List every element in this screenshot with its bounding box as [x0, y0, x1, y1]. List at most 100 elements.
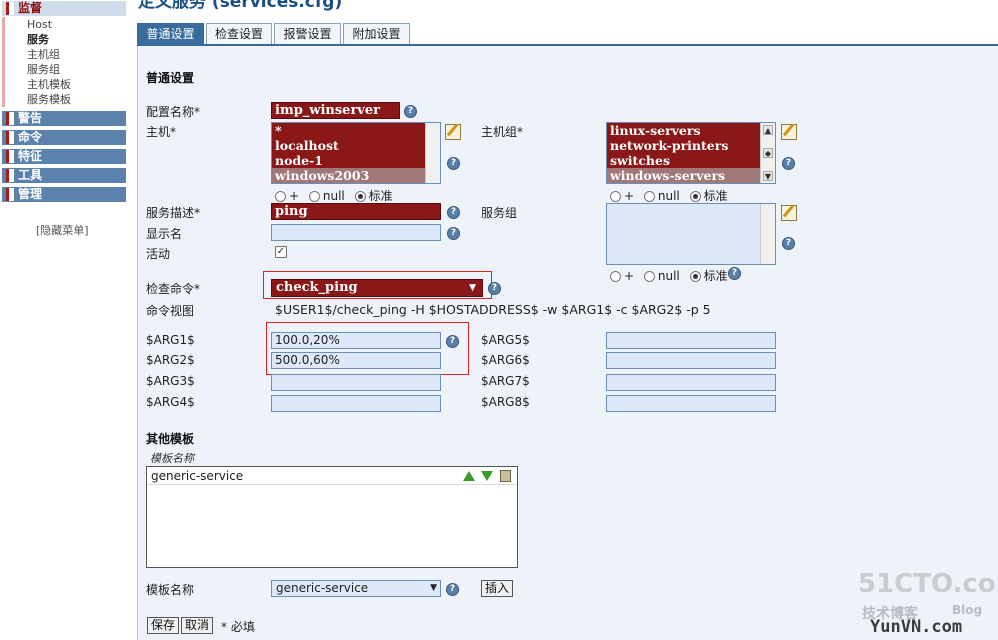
command-view-text: $USER1$/check_ping -H $HOSTADDRESS$ -w $… — [275, 302, 711, 317]
hostgroup-option[interactable]: windows-servers — [607, 168, 775, 183]
host-listbox[interactable]: * localhost node-1 windows2003 — [271, 122, 441, 184]
radio-plus[interactable] — [275, 191, 286, 202]
help-icon[interactable]: ? — [782, 157, 795, 170]
scroll-step-icon[interactable]: ◆ — [763, 148, 773, 158]
tab-alert[interactable]: 报警设置 — [274, 23, 341, 45]
sidebar-section-monitor[interactable]: 监督 — [2, 1, 126, 16]
insert-button[interactable]: 插入 — [481, 580, 514, 597]
help-icon[interactable]: ? — [728, 267, 741, 280]
edit-icon[interactable] — [445, 124, 461, 140]
help-icon[interactable]: ? — [447, 157, 460, 170]
radio-null[interactable] — [643, 271, 655, 282]
sidebar-section-commands[interactable]: 命令 — [2, 130, 126, 145]
host-option[interactable]: windows2003 — [272, 168, 440, 183]
help-icon[interactable]: ? — [782, 237, 795, 250]
help-icon[interactable]: ? — [447, 227, 460, 240]
check-command-select[interactable]: check_ping ▼ — [271, 279, 483, 297]
radio-plus-label: + — [289, 189, 300, 203]
edit-icon[interactable] — [781, 124, 797, 140]
arg5-input[interactable] — [606, 332, 776, 349]
watermark-blog: Blog — [952, 603, 983, 617]
sidebar-section-tools[interactable]: 工具 — [2, 168, 126, 183]
move-up-icon[interactable] — [463, 471, 475, 481]
active-checkbox[interactable]: ✓ — [275, 246, 287, 258]
host-option[interactable]: * — [272, 123, 440, 138]
sidebar-item-service-templates[interactable]: 服务模板 — [27, 92, 126, 107]
host-option[interactable]: localhost — [272, 138, 440, 153]
sidebar: 监督 Host 服务 主机组 服务组 主机模板 服务模板 警告 命令 特征 工具… — [0, 0, 128, 640]
template-select[interactable]: generic-service ▼ — [271, 580, 441, 597]
servicegroup-radio-group: + null 标准 — [610, 267, 734, 284]
radio-null[interactable] — [308, 191, 320, 202]
radio-standard-label: 标准 — [703, 189, 728, 203]
radio-plus[interactable] — [610, 191, 621, 202]
watermark-51cto: 51CTO.com — [858, 569, 998, 599]
radio-plus-label: + — [624, 269, 635, 283]
hostgroup-option[interactable]: switches — [607, 153, 775, 168]
watermark-yunvn: YunVN.com — [870, 617, 963, 637]
host-scrollbar[interactable] — [425, 123, 440, 183]
arg6-input[interactable] — [606, 352, 776, 369]
save-button[interactable]: 保存 — [147, 617, 180, 634]
arg3-input[interactable] — [271, 374, 441, 391]
arg2-input[interactable]: 500.0,60% — [271, 352, 441, 369]
sidebar-item-services[interactable]: 服务 — [27, 32, 126, 47]
tab-general[interactable]: 普通设置 — [137, 23, 204, 45]
scroll-down-icon[interactable]: ▼ — [763, 171, 773, 181]
tab-check[interactable]: 检查设置 — [206, 23, 272, 45]
help-icon[interactable]: ? — [446, 335, 459, 348]
radio-standard[interactable] — [689, 271, 701, 282]
hostgroup-option[interactable]: linux-servers — [607, 123, 775, 138]
arg8-input[interactable] — [606, 395, 776, 412]
chevron-down-icon: ▼ — [430, 583, 437, 593]
sidebar-section-alert[interactable]: 警告 — [2, 111, 126, 126]
scroll-up-icon[interactable]: ▲ — [763, 125, 773, 135]
sidebar-item-hostgroups[interactable]: 主机组 — [27, 47, 126, 62]
servicegroup-listbox[interactable] — [606, 203, 776, 265]
config-name-input[interactable]: imp_winserver — [271, 102, 400, 119]
radio-standard-label: 标准 — [703, 269, 728, 283]
arg5-label: $ARG5$ — [481, 333, 530, 347]
sidebar-section-admin[interactable]: 管理 — [2, 187, 126, 202]
arg7-input[interactable] — [606, 374, 776, 391]
arg4-input[interactable] — [271, 395, 441, 412]
hostgroup-radio-group: + null 标准 — [610, 187, 734, 204]
help-icon[interactable]: ? — [447, 206, 460, 219]
radio-plus[interactable] — [610, 271, 621, 282]
edit-icon[interactable] — [781, 205, 797, 221]
radio-null[interactable] — [643, 191, 655, 202]
servicegroup-scrollbar[interactable] — [760, 204, 775, 264]
hostgroup-scrollbar[interactable]: ▲ ◆ ▼ — [760, 123, 775, 183]
help-icon[interactable]: ? — [488, 282, 501, 295]
help-icon[interactable]: ? — [404, 105, 417, 118]
hide-menu-link[interactable]: [隐藏菜单] — [36, 222, 89, 238]
sidebar-monitor-list: Host 服务 主机组 服务组 主机模板 服务模板 — [2, 17, 126, 107]
list-item[interactable]: generic-service — [147, 467, 517, 485]
radio-standard[interactable] — [354, 191, 366, 202]
arg1-label: $ARG1$ — [146, 333, 195, 347]
help-icon[interactable]: ? — [446, 583, 459, 596]
host-label: 主机* — [146, 125, 177, 139]
page-title: 定义服务 (services.cfg) — [138, 0, 343, 12]
move-down-icon[interactable] — [481, 471, 493, 481]
sidebar-item-host-templates[interactable]: 主机模板 — [27, 77, 126, 92]
tab-extra[interactable]: 附加设置 — [343, 23, 410, 45]
sidebar-item-host[interactable]: Host — [27, 17, 126, 32]
template-column-header: 模板名称 — [150, 452, 194, 465]
hostgroup-option[interactable]: network-printers — [607, 138, 775, 153]
hostgroup-listbox[interactable]: linux-servers network-printers switches … — [606, 122, 776, 184]
sidebar-item-servicegroups[interactable]: 服务组 — [27, 62, 126, 77]
chevron-down-icon: ▼ — [469, 283, 476, 293]
delete-icon[interactable] — [500, 470, 511, 482]
service-desc-input[interactable]: ping — [271, 203, 441, 220]
radio-null-label: null — [322, 189, 345, 203]
check-command-value: check_ping — [276, 280, 358, 295]
cancel-button[interactable]: 取消 — [181, 617, 214, 634]
display-name-input[interactable] — [271, 224, 441, 241]
hostgroup-label: 主机组* — [481, 125, 524, 139]
arg1-input[interactable]: 100.0,20% — [271, 332, 441, 349]
host-option[interactable]: node-1 — [272, 153, 440, 168]
radio-standard[interactable] — [689, 191, 701, 202]
active-label: 活动 — [146, 247, 171, 261]
sidebar-section-features[interactable]: 特征 — [2, 149, 126, 164]
